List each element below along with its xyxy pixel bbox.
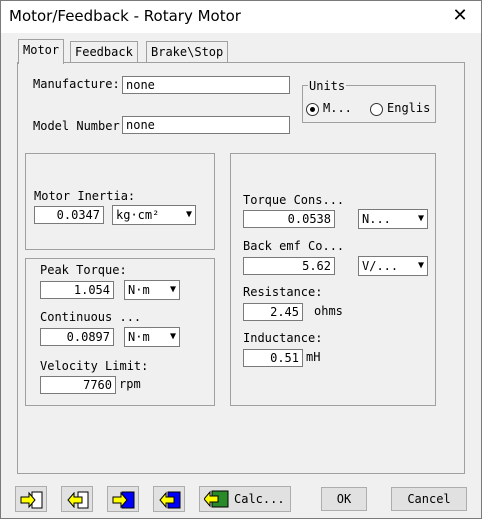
motor-tab-panel: Manufacture: none Model Number: none Uni… [17,62,465,474]
inertia-unit-value: kg·cm² [116,208,160,222]
export-icon [67,491,89,509]
dialog-window: Motor/Feedback - Rotary Motor ✕ Motor Fe… [0,0,482,519]
inductance-field[interactable]: 0.51 [243,349,303,367]
tab-feedback[interactable]: Feedback [70,41,138,62]
tab-brake-stop[interactable]: Brake\Stop [146,41,229,62]
units-english-label[interactable]: Englis [387,101,435,115]
continuous-torque-field[interactable]: 0.0897 [40,328,114,346]
ok-button[interactable]: OK [321,487,367,511]
model-number-label: Model Number: [33,119,127,133]
velocity-limit-unit: rpm [119,377,141,391]
peak-torque-unit-select[interactable]: N·m ▼ [124,280,180,300]
manufacturer-field[interactable]: none [122,76,290,94]
inductance-label: Inductance: [243,331,323,345]
calc-label: Calc... [234,492,285,506]
peak-torque-field[interactable]: 1.054 [40,281,114,299]
save-chip-icon [159,491,181,509]
tab-motor[interactable]: Motor [18,39,65,64]
calculator-icon [204,490,229,508]
inertia-unit-select[interactable]: kg·cm² ▼ [112,205,196,225]
tab-motor-label: Motor [23,43,60,57]
motor-inertia-field[interactable]: 0.0347 [34,206,104,224]
tab-brake-stop-label: Brake\Stop [151,45,224,59]
window-title: Motor/Feedback - Rotary Motor [9,7,241,25]
continuous-torque-unit-select[interactable]: N·m ▼ [124,327,180,347]
back-emf-unit-value: V/... [362,259,399,273]
export-button[interactable] [61,486,93,512]
back-emf-field[interactable]: 5.62 [243,257,335,275]
save-chip-button[interactable] [153,486,185,512]
resistance-field[interactable]: 2.45 [243,303,303,321]
calc-button[interactable]: Calc... [199,486,291,512]
torque-constant-field[interactable]: 0.0538 [243,210,335,228]
electrical-group [230,153,436,406]
chevron-down-icon: ▼ [417,260,424,271]
continuous-torque-label: Continuous ... [40,310,142,324]
units-metric-label[interactable]: M... [323,101,352,115]
chevron-down-icon: ▼ [169,284,176,295]
chevron-down-icon: ▼ [169,331,176,342]
chevron-down-icon: ▼ [417,213,424,224]
load-chip-icon [112,491,135,509]
resistance-label: Resistance: [243,285,323,299]
velocity-limit-field[interactable]: 7760 [40,376,116,394]
torque-constant-unit-value: N... [362,212,391,226]
torque-constant-label: Torque Cons... [243,193,345,207]
title-bar: Motor/Feedback - Rotary Motor ✕ [1,1,481,33]
inductance-unit: mH [306,350,321,364]
model-number-field[interactable]: none [122,116,290,134]
close-icon[interactable]: ✕ [447,3,473,29]
import-button[interactable] [15,486,47,512]
motor-inertia-label: Motor Inertia: [34,189,136,203]
peak-torque-unit-value: N·m [128,283,150,297]
continuous-torque-unit-value: N·m [128,330,150,344]
tab-feedback-label: Feedback [75,45,133,59]
import-icon [20,491,43,509]
back-emf-label: Back emf Co... [243,239,345,253]
manufacturer-label: Manufacture: [33,77,120,91]
chevron-down-icon: ▼ [185,209,192,220]
units-english-radio[interactable] [370,103,383,116]
velocity-limit-label: Velocity Limit: [40,359,149,373]
torque-constant-unit-select[interactable]: N... ▼ [358,209,428,229]
cancel-button[interactable]: Cancel [391,487,467,511]
units-title: Units [308,79,347,93]
peak-torque-label: Peak Torque: [40,263,127,277]
load-chip-button[interactable] [107,486,139,512]
units-metric-radio[interactable] [306,103,319,116]
back-emf-unit-select[interactable]: V/... ▼ [358,256,428,276]
resistance-unit: ohms [314,304,343,318]
